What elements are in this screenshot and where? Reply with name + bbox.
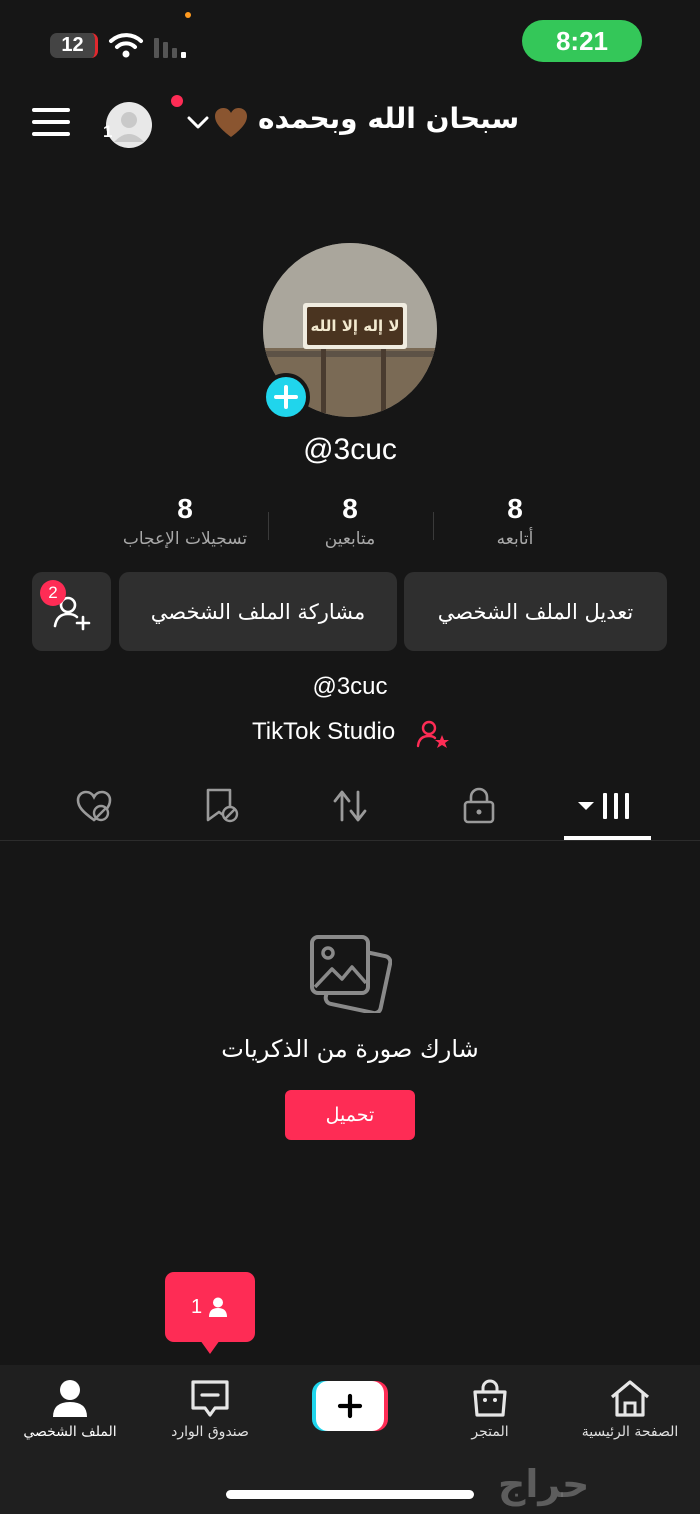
battery-indicator: 12 (50, 33, 98, 58)
tabs-divider (0, 840, 700, 841)
friend-requests-badge: 2 (40, 580, 66, 606)
nav-profile[interactable]: الملف الشخصي (0, 1378, 140, 1440)
upload-button[interactable]: تحميل (285, 1090, 415, 1140)
following-count: 8 (507, 493, 523, 524)
followers-label: متابعين (324, 529, 376, 549)
account-name[interactable]: سبحان الله وبحمده (258, 102, 519, 135)
inbox-icon (191, 1380, 229, 1417)
followers-stat[interactable]: 8 متابعين (265, 493, 435, 549)
nav-inbox-label: صندوق الوارد (171, 1424, 249, 1440)
person-icon (209, 1297, 228, 1317)
creator-star-icon[interactable] (416, 719, 450, 749)
plus-icon (274, 385, 298, 409)
tooltip-arrow (200, 1340, 220, 1354)
nav-shop[interactable]: المتجر (420, 1378, 560, 1440)
home-indicator[interactable] (226, 1490, 474, 1499)
create-button[interactable] (312, 1381, 388, 1431)
haraj-watermark: حراج (498, 1462, 590, 1506)
photo-icon (310, 935, 392, 1013)
menu-icon[interactable] (32, 108, 70, 138)
account-avatar[interactable] (106, 102, 152, 148)
favorites-hidden-icon[interactable] (202, 786, 242, 826)
sign-text: لا إله إلا الله (310, 317, 400, 335)
nav-home[interactable]: الصفحة الرئيسية (560, 1378, 700, 1440)
repost-icon[interactable] (330, 786, 370, 826)
grid-icon[interactable] (575, 786, 635, 826)
home-icon (610, 1380, 650, 1417)
nav-inbox[interactable]: صندوق الوارد (140, 1378, 280, 1440)
chevron-down-icon[interactable] (186, 112, 210, 132)
signal-icon (154, 38, 186, 58)
profile-handle: @3cuc (303, 433, 397, 466)
nav-shop-label: المتجر (471, 1424, 509, 1440)
followers-count: 8 (342, 493, 358, 524)
add-profile-photo-button[interactable] (262, 373, 310, 421)
default-avatar-icon (114, 112, 144, 142)
likes-label: تسجيلات الإعجاب (122, 529, 248, 549)
lock-icon[interactable] (459, 786, 499, 826)
empty-state-text: شارك صورة من الذكريات (221, 1035, 479, 1063)
brown-heart-icon (215, 108, 247, 137)
account-count: 1 (103, 122, 113, 141)
shopping-bag-icon (473, 1379, 507, 1417)
likes-count: 8 (177, 493, 193, 524)
following-stat[interactable]: 8 أتابعه (430, 493, 600, 549)
bio-handle: @3cuc (312, 673, 388, 700)
nav-home-label: الصفحة الرئيسية (581, 1424, 679, 1440)
inbox-tooltip[interactable]: 1 (165, 1272, 255, 1342)
profile-icon (53, 1380, 87, 1417)
likes-stat[interactable]: 8 تسجيلات الإعجاب (100, 493, 270, 549)
share-profile-button[interactable]: مشاركة الملف الشخصي (119, 572, 397, 651)
wifi-icon (109, 33, 143, 58)
privacy-indicator-dot (185, 12, 191, 18)
tooltip-count: 1 (190, 1295, 203, 1318)
status-time[interactable]: 8:21 (522, 20, 642, 62)
notification-dot (171, 95, 183, 107)
tiktok-studio-link[interactable]: TikTok Studio (252, 718, 395, 746)
liked-hidden-icon[interactable] (74, 786, 114, 826)
nav-profile-label: الملف الشخصي (23, 1424, 117, 1440)
edit-profile-button[interactable]: تعديل الملف الشخصي (404, 572, 667, 651)
following-label: أتابعه (496, 529, 534, 549)
